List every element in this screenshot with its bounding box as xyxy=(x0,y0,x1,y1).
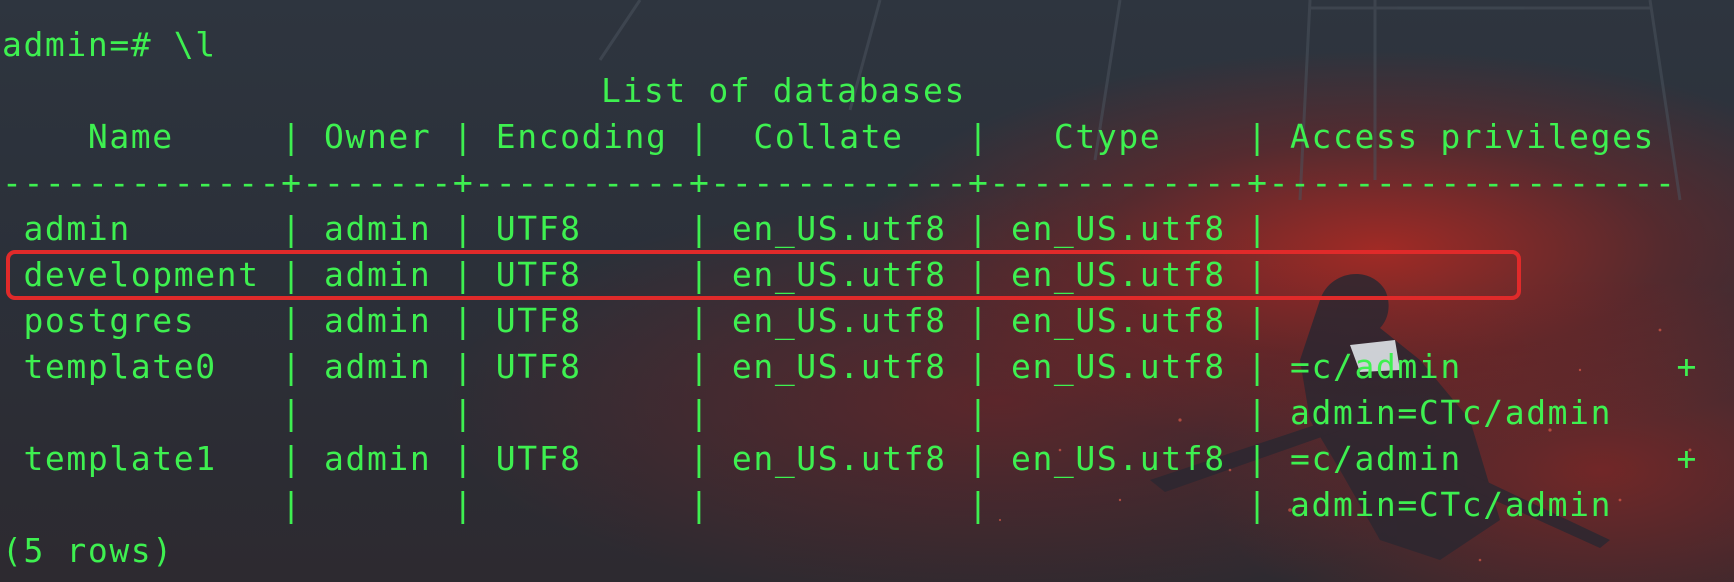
table-header: Name | Owner | Encoding | Collate | Ctyp… xyxy=(2,117,1656,156)
table-row: postgres | admin | UTF8 | en_US.utf8 | e… xyxy=(2,301,1269,340)
table-title: List of databases xyxy=(601,71,966,110)
command-prompt-line: admin=# \l xyxy=(2,25,217,64)
table-row: template1 | admin | UTF8 | en_US.utf8 | … xyxy=(2,439,1698,478)
table-separator: -------------+-------+----------+-------… xyxy=(2,163,1677,202)
highlight-box-development-row xyxy=(6,250,1521,300)
table-row: template0 | admin | UTF8 | en_US.utf8 | … xyxy=(2,347,1698,386)
table-row: | | | | | admin=CTc/admin xyxy=(2,393,1613,432)
terminal-window[interactable]: admin=# \l List of databases Name | Owne… xyxy=(0,0,1734,582)
row-count-footer: (5 rows) xyxy=(2,531,174,570)
table-row: admin | admin | UTF8 | en_US.utf8 | en_U… xyxy=(2,209,1269,248)
table-row: | | | | | admin=CTc/admin xyxy=(2,485,1613,524)
